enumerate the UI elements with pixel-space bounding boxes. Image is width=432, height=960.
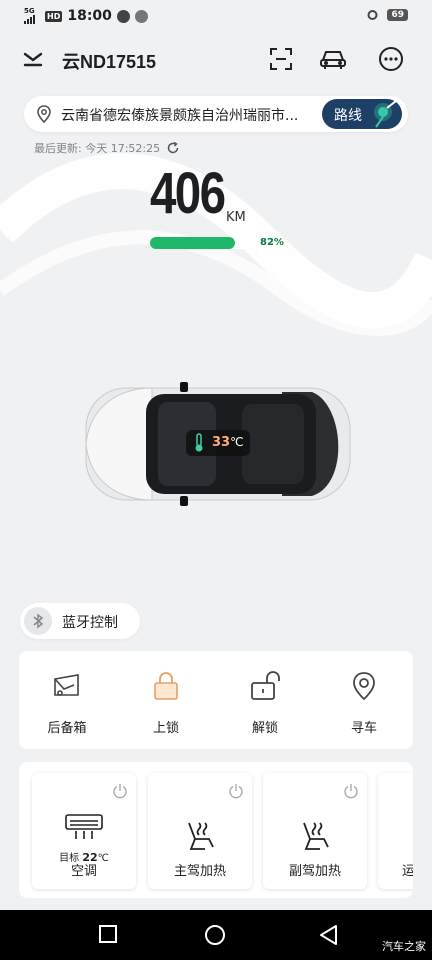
partial-card-label: 运 <box>402 864 413 879</box>
app-notification-icon <box>134 9 148 23</box>
status-bar: 5G HD 18:00 69 <box>0 0 432 34</box>
navigation-route-icon <box>374 100 397 128</box>
passenger-seat-heat-label: 副驾加热 <box>288 864 341 879</box>
lock-icon <box>154 672 178 700</box>
route-button[interactable]: 路线 <box>322 99 402 129</box>
passenger-seat-heat-card[interactable]: 副驾加热 <box>263 773 367 889</box>
cabin-temperature-badge: 33℃ <box>186 430 250 456</box>
vehicle-address: 云南省德宏傣族景颇族自治州瑞丽市... <box>61 108 299 124</box>
bluetooth-icon <box>24 607 52 635</box>
recent-apps-icon[interactable] <box>98 924 118 944</box>
bluetooth-control-label: 蓝牙控制 <box>62 615 118 631</box>
locate-car-label: 寻车 <box>350 721 377 736</box>
bluetooth-control-button[interactable]: 蓝牙控制 <box>20 603 140 639</box>
battery-indicator: 69 <box>387 8 408 21</box>
system-navigation-bar: 汽车之家 <box>0 910 432 960</box>
thermometer-icon <box>195 433 203 452</box>
air-conditioner-icon <box>65 814 103 839</box>
battery-level-bar <box>150 237 254 249</box>
message-icon <box>116 9 130 23</box>
power-icon[interactable] <box>112 783 128 799</box>
driving-range-unit: KM <box>226 210 246 225</box>
locate-car-button[interactable]: 寻车 <box>324 669 404 736</box>
car-icon[interactable] <box>318 44 348 74</box>
more-options-icon[interactable] <box>376 44 406 74</box>
unlock-icon <box>251 671 280 700</box>
vehicle-plate[interactable]: 云ND17515 <box>62 48 156 74</box>
last-updated: 最后更新: 今天 17:52:25 <box>34 140 180 156</box>
trunk-label: 后备箱 <box>47 721 87 736</box>
status-time: 18:00 <box>67 8 112 24</box>
locate-car-icon <box>353 672 375 701</box>
last-updated-text: 最后更新: 今天 17:52:25 <box>34 142 161 155</box>
battery-percent: 82% <box>260 237 284 248</box>
unlock-label: 解锁 <box>251 721 278 736</box>
air-conditioner-label: 空调 <box>70 864 97 879</box>
hd-badge: HD <box>45 10 63 22</box>
lock-button[interactable]: 上锁 <box>126 669 206 736</box>
driving-range-value: 406 <box>150 161 226 226</box>
alarm-icon <box>367 10 378 20</box>
collapse-icon[interactable] <box>18 44 48 74</box>
seat-heating-icon <box>188 822 214 850</box>
quick-actions-panel: 后备箱 上锁 解锁 寻车 <box>19 651 413 749</box>
watermark: 汽车之家 <box>382 940 426 953</box>
power-icon[interactable] <box>228 783 244 799</box>
back-icon[interactable] <box>318 924 340 946</box>
vehicle-location-bar[interactable]: 云南省德宏傣族景颇族自治州瑞丽市... 路线 <box>24 96 408 132</box>
trunk-icon <box>54 674 79 696</box>
air-conditioner-card[interactable]: 目标 22℃ 空调 <box>32 773 136 889</box>
climate-controls-panel: 目标 22℃ 空调 主驾加热 副驾加热 运 <box>19 762 413 898</box>
seat-heating-icon <box>303 822 329 850</box>
power-icon[interactable] <box>343 783 359 799</box>
cabin-temperature: 33℃ <box>212 435 244 450</box>
lock-label: 上锁 <box>152 721 179 736</box>
signal-icon: 5G <box>24 8 40 24</box>
home-icon[interactable] <box>204 924 226 946</box>
refresh-icon[interactable] <box>166 141 180 155</box>
driver-seat-heat-label: 主驾加热 <box>173 864 226 879</box>
trunk-button[interactable]: 后备箱 <box>27 669 107 736</box>
scan-icon[interactable] <box>266 44 296 74</box>
driver-seat-heat-card[interactable]: 主驾加热 <box>148 773 252 889</box>
battery-level-fill <box>150 237 236 249</box>
route-button-label: 路线 <box>334 108 362 124</box>
app-header: 云ND17515 <box>0 38 432 82</box>
unlock-button[interactable]: 解锁 <box>225 669 305 736</box>
location-pin-icon <box>37 105 51 123</box>
partial-card[interactable]: 运 <box>378 773 413 889</box>
